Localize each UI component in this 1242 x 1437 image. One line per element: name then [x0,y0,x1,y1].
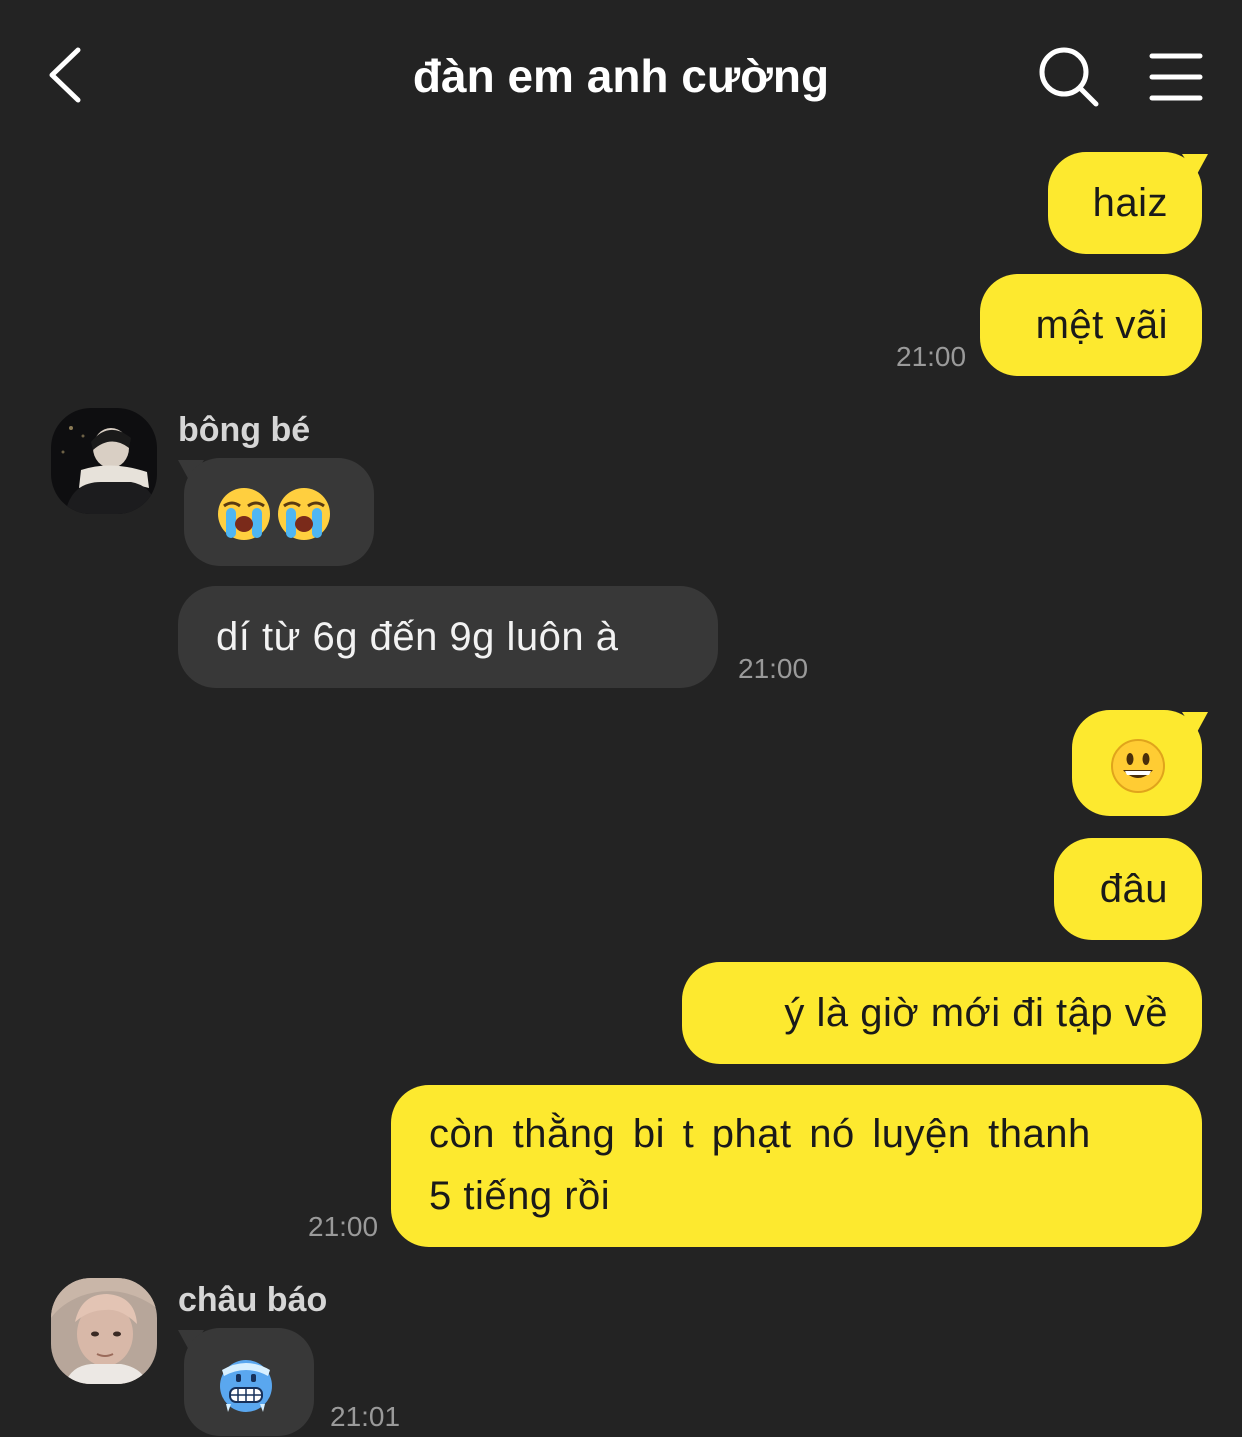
my-message-bubble[interactable]: ý là giờ mới đi tập về [682,962,1202,1064]
message-text: ý là giờ mới đi tập về [784,991,1168,1035]
message-text-line: 5 tiếng rồi [429,1174,611,1218]
message-text: haiz [1092,181,1168,225]
avatar-chau-bao[interactable] [51,1278,157,1384]
sender-name: bông bé [178,411,311,449]
person-avatar-icon [51,408,157,514]
their-message-bubble[interactable] [184,1328,314,1436]
avatar-bong-be[interactable] [51,408,157,514]
my-message-bubble[interactable]: mệt vãi [980,274,1202,376]
message-text: dí từ 6g đến 9g luôn à [216,615,619,659]
message-timestamp: 21:00 [896,341,967,372]
message-text-line: còn thằng bi t phạt nó luyện thanh [429,1112,1091,1156]
person-avatar-icon [51,1278,157,1384]
loudly-crying-face-icon [278,488,330,540]
message-text: đâu [1099,867,1168,911]
message-timestamp: 21:00 [738,653,809,684]
bubble-tail-icon [1182,154,1208,176]
menu-button[interactable] [1146,50,1206,104]
grinning-face-icon [1111,739,1165,793]
search-icon [1039,47,1099,107]
my-message-bubble[interactable]: đâu [1054,838,1202,940]
sender-name: châu báo [178,1281,328,1319]
hamburger-menu-icon [1149,53,1203,101]
search-button[interactable] [1036,44,1102,110]
loudly-crying-face-icon [218,488,270,540]
message-timestamp: 21:01 [330,1401,401,1432]
bubble-tail-icon [1182,712,1208,734]
my-message-bubble[interactable]: còn thằng bi t phạt nó luyện thanh 5 tiế… [391,1085,1202,1247]
their-message-bubble[interactable] [184,458,374,566]
cold-face-icon [220,1360,272,1412]
their-message-bubble[interactable]: dí từ 6g đến 9g luôn à [178,586,718,688]
my-message-bubble[interactable]: haiz [1048,152,1202,254]
message-timestamp: 21:00 [308,1211,379,1242]
message-text: mệt vãi [1035,303,1168,347]
chat-header: đàn em anh cường [0,0,1242,150]
